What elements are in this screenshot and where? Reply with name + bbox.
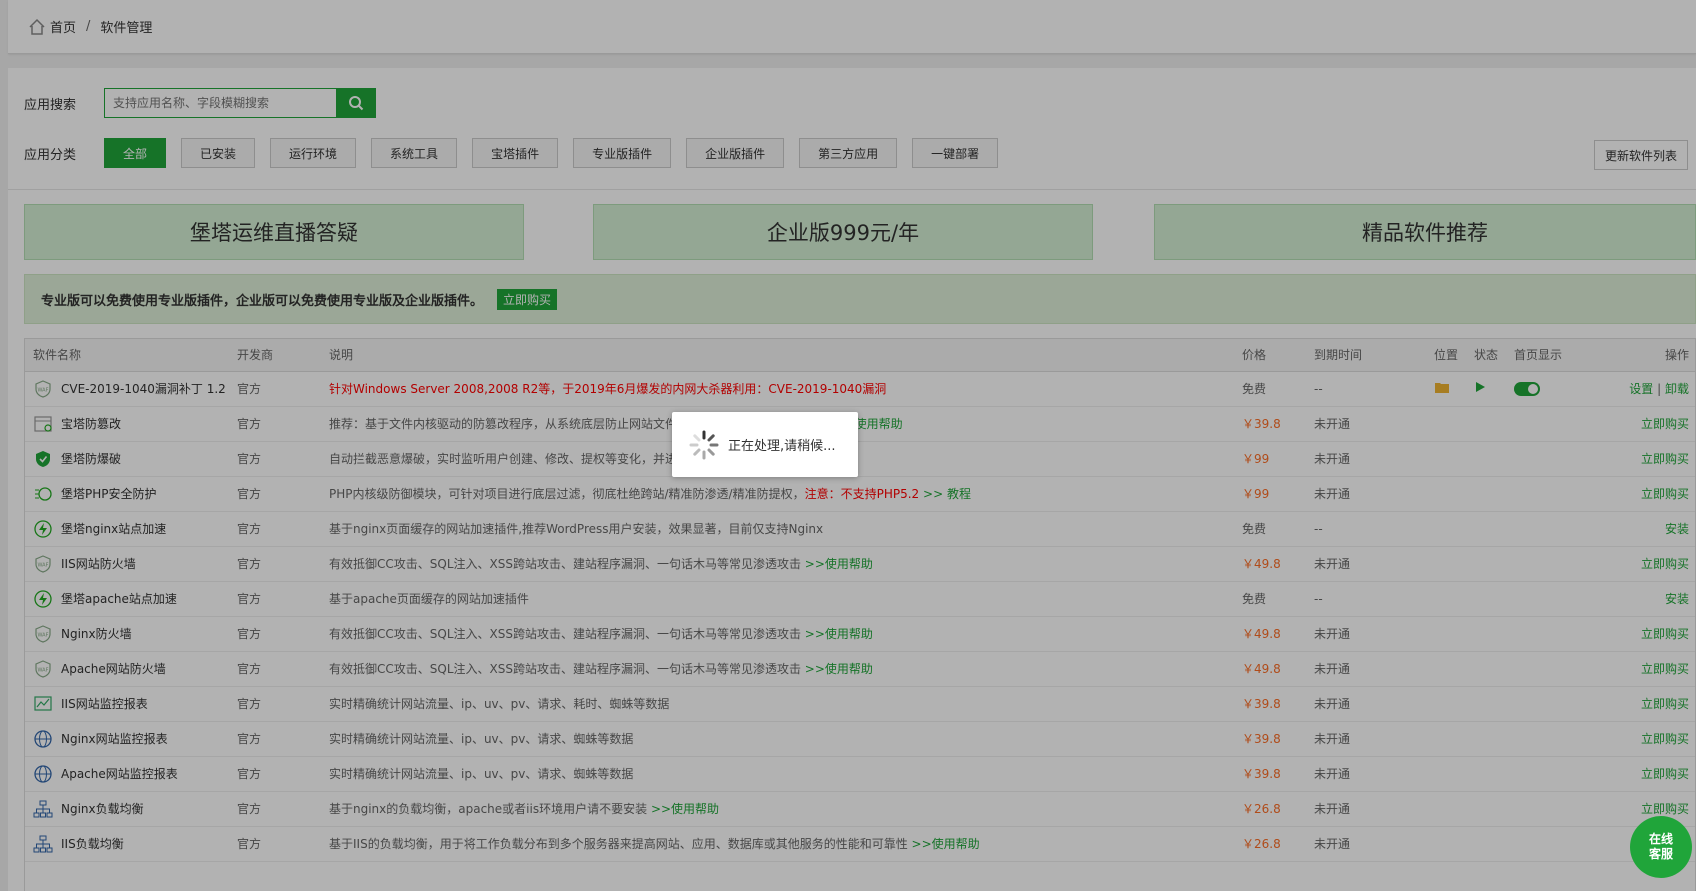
service-line2: 客服 [1648, 847, 1673, 861]
loading-spinner-icon [689, 430, 719, 459]
loading-text: 正在处理,请稍候... [728, 439, 836, 454]
loading-dialog: 正在处理,请稍候... [672, 412, 858, 477]
service-line1: 在线 [1648, 832, 1673, 846]
online-service-button[interactable]: 在线 客服 [1630, 816, 1692, 878]
